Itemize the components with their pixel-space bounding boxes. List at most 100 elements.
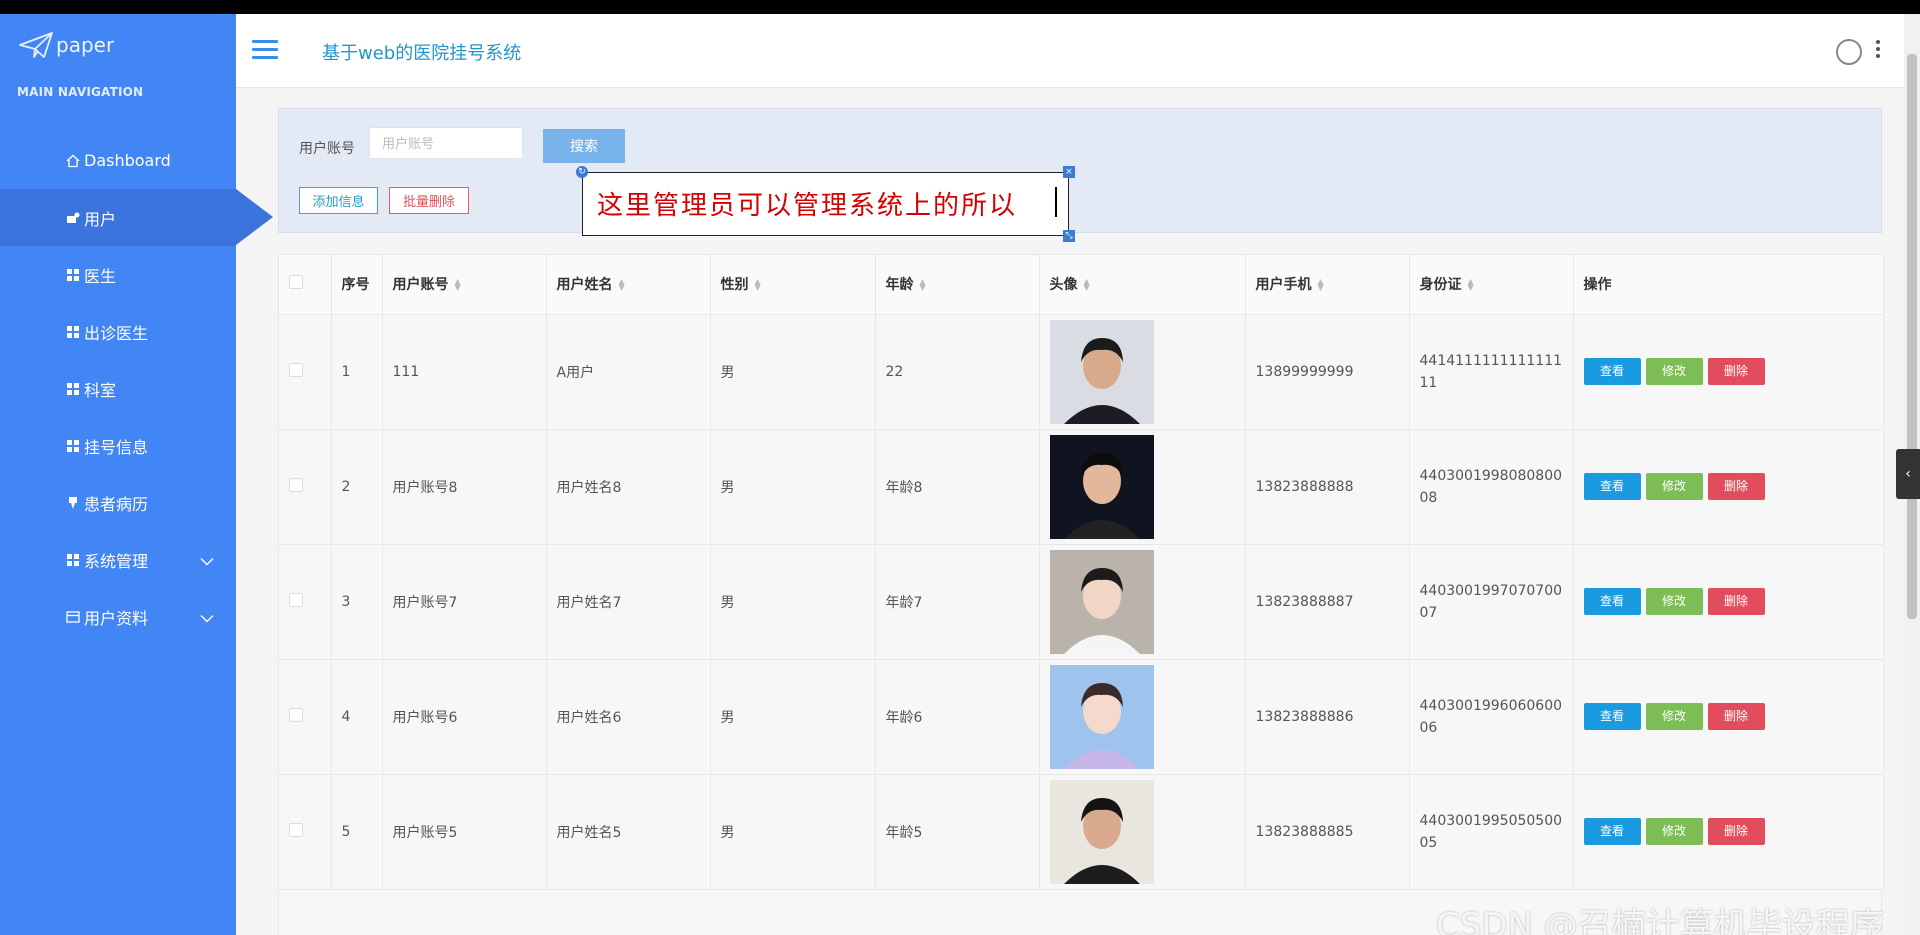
cell-name: A用户 [546,314,711,430]
sidebar-item-doctors[interactable]: 医生 [0,246,236,303]
delete-button[interactable]: 删除 [1707,358,1765,385]
sort-icon[interactable]: ▲ ▼ [455,278,461,292]
sort-icon[interactable]: ▲ ▼ [920,278,926,292]
cell-actions: 查看 修改 删除 [1573,314,1884,430]
add-info-button[interactable]: 添加信息 [299,187,378,214]
row-select-cell [279,314,332,430]
table-row: 5 用户账号5 用户姓名5 男 年龄5 13823888885 44030019… [279,774,1884,890]
sidebar-item-label: 科室 [84,380,117,400]
delete-button[interactable]: 删除 [1707,588,1765,615]
nav-header: MAIN NAVIGATION [17,85,144,99]
delete-button[interactable]: 删除 [1707,473,1765,500]
select-all-header [279,255,332,315]
hamburger-menu-icon[interactable] [252,40,278,60]
sidebar-item-user-profile[interactable]: 用户资料 [0,588,236,645]
cell-gender: 男 [710,314,876,430]
column-header[interactable]: 用户手机 ▲ ▼ [1245,255,1410,315]
cell-avatar [1039,429,1246,545]
row-checkbox[interactable] [289,707,303,722]
column-header[interactable]: 用户账号 ▲ ▼ [382,255,547,315]
column-header[interactable]: 用户姓名 ▲ ▼ [546,255,711,315]
view-button[interactable]: 查看 [1583,703,1641,730]
row-checkbox[interactable] [289,362,303,377]
row-checkbox[interactable] [289,477,303,492]
sidebar-item-departments[interactable]: 科室 [0,360,236,417]
cell-avatar [1039,659,1246,775]
edit-button[interactable]: 修改 [1645,473,1703,500]
delete-button[interactable]: 删除 [1707,703,1765,730]
edit-button[interactable]: 修改 [1645,588,1703,615]
app-title: 基于web的医院挂号系统 [322,43,522,64]
cell-actions: 查看 修改 删除 [1573,429,1884,545]
sort-icon[interactable]: ▲ ▼ [1468,278,1474,292]
cell-phone: 13823888887 [1245,544,1410,660]
sidebar-item-users[interactable]: 用户 [0,189,273,246]
view-button[interactable]: 查看 [1583,818,1641,845]
annotation-textbox[interactable]: 这里管理员可以管理系统上的所以 ↻ × ⤡ [576,166,1075,242]
cell-id-card: 440300199707070007 [1409,544,1574,660]
edit-button[interactable]: 修改 [1645,703,1703,730]
chevron-left-icon[interactable]: ‹ [1896,449,1920,499]
search-button[interactable]: 搜索 [543,129,625,163]
sidebar-item-label: Dashboard [84,151,171,170]
delete-button[interactable]: 删除 [1707,818,1765,845]
column-header[interactable]: 头像 ▲ ▼ [1039,255,1246,315]
cell-phone: 13823888885 [1245,774,1410,890]
sidebar-menu: Dashboard 用户 医生 出诊医生 科室 挂号信息 患者病历 系统管理 用… [0,132,273,645]
row-select-cell [279,429,332,545]
sort-icon[interactable]: ▲ ▼ [619,278,625,292]
cell-phone: 13823888886 [1245,659,1410,775]
batch-delete-button[interactable]: 批量删除 [389,187,469,214]
sort-icon[interactable]: ▲ ▼ [755,278,761,292]
cell-no: 1 [331,314,383,430]
sidebar-item-system-management[interactable]: 系统管理 [0,531,236,588]
more-vertical-icon[interactable] [1876,40,1882,60]
sidebar: paper MAIN NAVIGATION Dashboard 用户 医生 出诊… [0,14,273,935]
cell-id-card: 440300199606060006 [1409,659,1574,775]
row-select-cell [279,659,332,775]
cell-age: 年龄8 [875,429,1040,545]
resize-handle-icon[interactable]: ⤡ [1063,230,1075,242]
search-input[interactable] [369,127,523,159]
avatar[interactable] [1836,39,1862,65]
sort-icon[interactable]: ▲ ▼ [1084,278,1090,292]
watermark: CSDN @召楠计算机毕设程序 [1436,906,1884,935]
sidebar-item-dashboard[interactable]: Dashboard [0,132,236,189]
table-row: 1 111 A用户 男 22 13899999999 4414111111111… [279,314,1884,430]
chevron-down-icon [200,607,214,626]
sidebar-item-visiting-doctors[interactable]: 出诊医生 [0,303,236,360]
sidebar-item-medical-records[interactable]: 患者病历 [0,474,236,531]
cell-actions: 查看 修改 删除 [1573,544,1884,660]
row-checkbox[interactable] [289,592,303,607]
scrollbar-thumb[interactable] [1907,54,1917,619]
rotate-handle-icon[interactable]: ↻ [576,166,588,178]
pin-icon [66,496,80,510]
cell-no: 3 [331,544,383,660]
chevron-down-icon [200,550,214,569]
column-header[interactable]: 年龄 ▲ ▼ [875,255,1040,315]
paper-plane-icon [19,32,53,58]
cell-avatar [1039,544,1246,660]
column-header[interactable]: 身份证 ▲ ▼ [1409,255,1574,315]
sidebar-item-label: 用户 [84,209,117,229]
cell-avatar [1039,314,1246,430]
cell-name: 用户姓名7 [546,544,711,660]
row-checkbox[interactable] [289,822,303,837]
home-icon [66,154,80,168]
close-icon[interactable]: × [1063,166,1075,178]
view-button[interactable]: 查看 [1583,588,1641,615]
column-header[interactable]: 性别 ▲ ▼ [710,255,876,315]
edit-button[interactable]: 修改 [1645,358,1703,385]
cell-id-card: 440300199808080008 [1409,429,1574,545]
edit-button[interactable]: 修改 [1645,818,1703,845]
select-all-checkbox[interactable] [289,275,303,290]
view-button[interactable]: 查看 [1583,473,1641,500]
cell-no: 2 [331,429,383,545]
sort-icon[interactable]: ▲ ▼ [1318,278,1324,292]
view-button[interactable]: 查看 [1583,358,1641,385]
sidebar-item-registrations[interactable]: 挂号信息 [0,417,236,474]
cell-name: 用户姓名5 [546,774,711,890]
table-row: 2 用户账号8 用户姓名8 男 年龄8 13823888888 44030019… [279,429,1884,545]
sidebar-item-label: 患者病历 [84,494,149,514]
top-header: 基于web的医院挂号系统 [236,14,1904,88]
